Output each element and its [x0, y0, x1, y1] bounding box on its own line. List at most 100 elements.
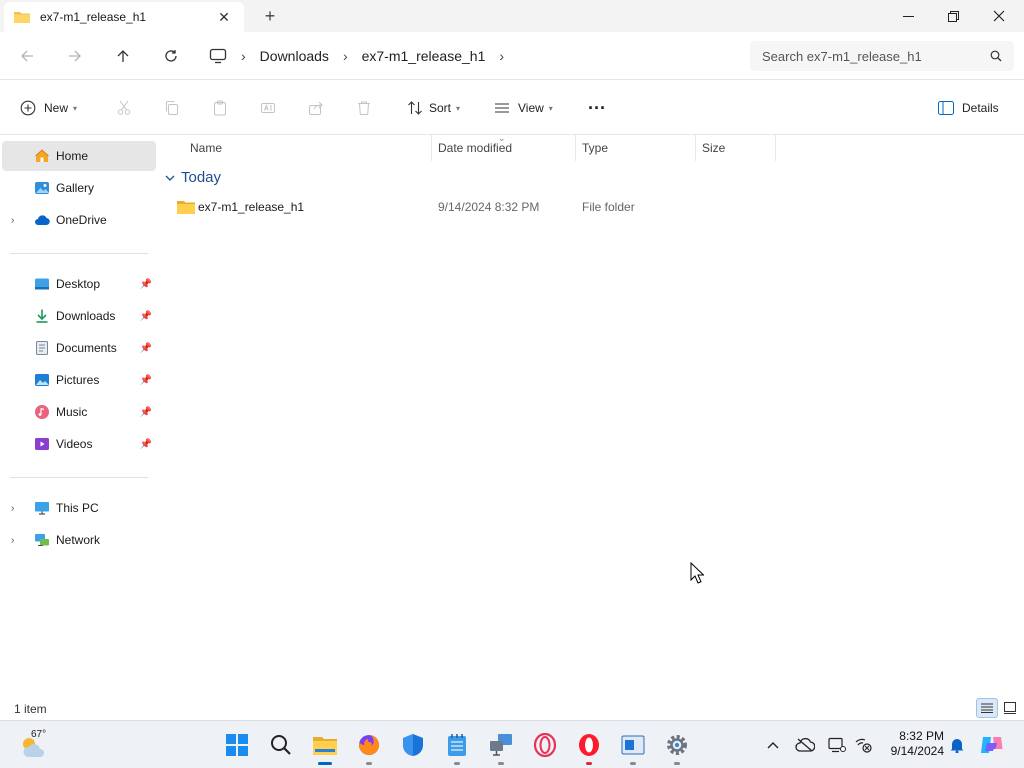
taskbar-search-button[interactable] — [265, 729, 297, 761]
chevron-right-icon[interactable]: › — [493, 48, 510, 64]
notifications-button[interactable] — [948, 735, 966, 755]
sidebar-item-label: OneDrive — [56, 213, 107, 227]
group-header-today[interactable]: Today — [164, 169, 221, 186]
sidebar-item-downloads[interactable]: Downloads 📌 — [2, 301, 156, 331]
view-button[interactable]: View ▾ — [494, 96, 553, 120]
running-indicator — [674, 762, 680, 765]
taskbar-notepad[interactable] — [441, 729, 473, 765]
tab-title: ex7-m1_release_h1 — [40, 10, 147, 24]
pin-icon[interactable]: 📌 — [140, 407, 152, 418]
breadcrumb-current-folder[interactable]: ex7-m1_release_h1 — [354, 48, 494, 64]
minimize-button[interactable] — [885, 0, 931, 32]
running-indicator — [498, 762, 504, 765]
desktop-icon — [34, 276, 50, 292]
details-pane-button[interactable]: Details — [938, 96, 999, 120]
folder-icon — [177, 201, 195, 214]
share-button[interactable] — [308, 96, 324, 120]
taskbar-remote-desktop[interactable] — [485, 729, 517, 765]
search-input[interactable]: Search ex7-m1_release_h1 — [750, 41, 1014, 71]
taskbar: 67° 8:32 PM 9/14/2024 — [0, 720, 1024, 768]
pin-icon[interactable]: 📌 — [140, 439, 152, 450]
cut-button[interactable] — [116, 96, 132, 120]
folder-icon — [14, 12, 30, 23]
sidebar-item-music[interactable]: Music 📌 — [2, 397, 156, 427]
weather-widget[interactable]: 67° — [18, 727, 58, 763]
sidebar-item-home[interactable]: Home — [2, 141, 156, 171]
sidebar-item-label: Downloads — [56, 309, 116, 323]
tray-display[interactable] — [826, 735, 848, 755]
sidebar-item-label: Music — [56, 405, 88, 419]
taskbar-file-explorer[interactable] — [309, 729, 341, 765]
running-indicator — [630, 762, 636, 765]
taskbar-start-button[interactable] — [221, 729, 253, 761]
tab-current[interactable]: ex7-m1_release_h1 ✕ — [4, 2, 244, 32]
up-button[interactable] — [110, 44, 136, 68]
column-header-name[interactable]: Name — [184, 135, 432, 161]
pin-icon[interactable]: 📌 — [140, 279, 152, 290]
new-tab-button[interactable]: + — [260, 6, 280, 26]
close-button[interactable] — [976, 0, 1022, 32]
taskbar-opera[interactable] — [573, 729, 605, 765]
clipboard-icon — [214, 100, 226, 116]
column-header-date[interactable]: Date modified ⌄ — [432, 133, 576, 161]
taskbar-copilot[interactable] — [978, 735, 1006, 757]
copy-button[interactable] — [164, 96, 180, 120]
pin-icon[interactable]: 📌 — [140, 311, 152, 322]
details-view-button[interactable] — [976, 698, 998, 718]
address-bar: › Downloads › ex7-m1_release_h1 › Search… — [0, 32, 1024, 80]
forward-button[interactable] — [62, 44, 88, 68]
chevron-right-icon[interactable]: › — [11, 503, 14, 514]
file-date: 9/14/2024 8:32 PM — [438, 200, 540, 214]
tab-close-button[interactable]: ✕ — [214, 9, 234, 26]
table-row[interactable]: ex7-m1_release_h1 9/14/2024 8:32 PM File… — [168, 195, 778, 219]
new-button[interactable]: New ▾ — [20, 96, 77, 120]
preview-view-icon — [1004, 702, 1016, 714]
file-type: File folder — [582, 200, 635, 214]
taskbar-app-window[interactable] — [617, 729, 649, 765]
search-placeholder: Search ex7-m1_release_h1 — [762, 48, 922, 64]
sidebar-item-videos[interactable]: Videos 📌 — [2, 429, 156, 459]
paste-button[interactable] — [212, 96, 228, 120]
sidebar-item-onedrive[interactable]: › OneDrive — [2, 205, 156, 235]
tiles-view-button[interactable] — [1000, 698, 1020, 718]
file-explorer-icon — [313, 737, 337, 755]
chevron-right-icon[interactable]: › — [11, 535, 14, 546]
video-icon — [34, 436, 50, 452]
window-app-icon — [621, 735, 645, 755]
refresh-button[interactable] — [158, 44, 184, 68]
sidebar-item-network[interactable]: › Network — [2, 525, 156, 555]
sidebar-item-pictures[interactable]: Pictures 📌 — [2, 365, 156, 395]
sidebar-item-gallery[interactable]: Gallery — [2, 173, 156, 203]
taskbar-opera-gx[interactable] — [529, 729, 561, 761]
list-view-icon — [981, 703, 993, 713]
clock-time: 8:32 PM — [899, 729, 944, 743]
sidebar-item-documents[interactable]: Documents 📌 — [2, 333, 156, 363]
pin-icon[interactable]: 📌 — [140, 343, 152, 354]
taskbar-firefox[interactable] — [353, 729, 385, 765]
more-options-button[interactable]: ··· — [588, 96, 606, 120]
monitor-icon — [209, 48, 227, 64]
taskbar-settings[interactable] — [661, 729, 693, 765]
taskbar-clock[interactable]: 8:32 PM 9/14/2024 — [878, 729, 944, 759]
breadcrumb[interactable]: › Downloads › ex7-m1_release_h1 › — [205, 40, 735, 72]
tray-onedrive[interactable] — [794, 735, 816, 755]
sort-button[interactable]: Sort ▾ — [407, 96, 460, 120]
sidebar-item-desktop[interactable]: Desktop 📌 — [2, 269, 156, 299]
share-icon — [309, 101, 323, 115]
chevron-right-icon[interactable]: › — [11, 215, 14, 226]
weather-temperature: 67° — [31, 729, 47, 740]
rename-button[interactable] — [260, 96, 276, 120]
column-header-type[interactable]: Type — [576, 135, 696, 161]
column-header-size[interactable]: Size — [696, 135, 776, 161]
taskbar-defender[interactable] — [397, 729, 429, 761]
sidebar-item-label: Pictures — [56, 373, 100, 387]
pin-icon[interactable]: 📌 — [140, 375, 152, 386]
restore-button[interactable] — [930, 0, 976, 32]
show-hidden-icons-button[interactable] — [764, 735, 782, 755]
tray-network[interactable] — [852, 735, 874, 755]
sidebar-item-this-pc[interactable]: › This PC — [2, 493, 156, 523]
shield-icon — [403, 734, 423, 756]
breadcrumb-downloads[interactable]: Downloads — [252, 48, 337, 64]
delete-button[interactable] — [356, 96, 372, 120]
back-button[interactable] — [14, 44, 40, 68]
